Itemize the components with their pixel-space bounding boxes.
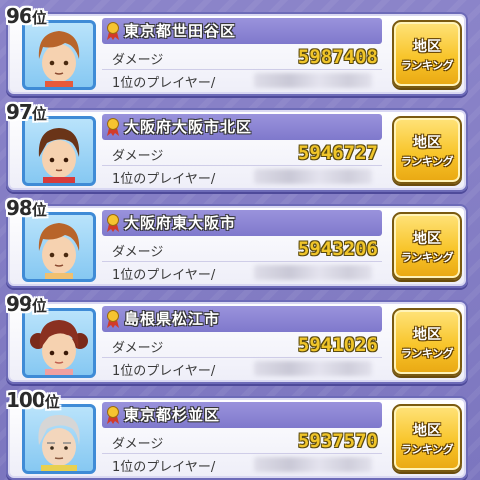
- area-name: 東京都杉並区: [124, 406, 221, 424]
- area-title-bar: 大阪府大阪市北区: [102, 114, 382, 140]
- damage-label: ダメージ: [112, 149, 164, 164]
- area-ranking-button[interactable]: 地区 ランキング: [392, 404, 462, 472]
- ranking-card: 大阪府大阪市北区 ダメージ 5946727 1位のプレイヤー/ 地区 ランキング…: [6, 100, 468, 192]
- rank-number: 97: [6, 100, 33, 124]
- area-title-bar: 大阪府東大阪市: [102, 210, 382, 236]
- rank-number: 100: [6, 388, 46, 412]
- medal-icon: [107, 406, 119, 424]
- top-player-row: 1位のプレイヤー/: [102, 165, 382, 188]
- player-avatar: [22, 308, 96, 378]
- damage-label: ダメージ: [112, 53, 164, 68]
- ranking-list: 東京都世田谷区 ダメージ 5987408 1位のプレイヤー/ 地区 ランキング …: [0, 0, 480, 480]
- damage-label: ダメージ: [112, 245, 164, 260]
- area-name: 東京都世田谷区: [124, 22, 237, 40]
- top-player-row: 1位のプレイヤー/: [102, 357, 382, 380]
- damage-value: 5987408: [297, 46, 378, 68]
- damage-label: ダメージ: [112, 437, 164, 452]
- damage-row: ダメージ 5941026: [102, 334, 382, 358]
- player-avatar: [22, 20, 96, 90]
- area-ranking-button-label-1: 地区: [413, 231, 441, 247]
- damage-value: 5946727: [297, 142, 378, 164]
- area-name: 大阪府大阪市北区: [124, 118, 253, 136]
- blurred-player-name: [254, 265, 372, 280]
- blurred-player-name: [254, 73, 372, 88]
- ranking-card: 島根県松江市 ダメージ 5941026 1位のプレイヤー/ 地区 ランキング 9…: [6, 292, 468, 384]
- blurred-player-name: [254, 361, 372, 376]
- rank-suffix: 位: [31, 9, 47, 27]
- top-player-row: 1位のプレイヤー/: [102, 261, 382, 284]
- medal-icon: [107, 118, 119, 136]
- rank-badge: 96位: [6, 4, 47, 28]
- area-ranking-button-label-2: ランキング: [400, 251, 454, 264]
- blurred-player-name: [254, 457, 372, 472]
- rank-badge: 100位: [6, 388, 60, 412]
- top-player-label: 1位のプレイヤー/: [112, 460, 216, 475]
- player-avatar: [22, 116, 96, 186]
- damage-value: 5943206: [297, 238, 378, 260]
- medal-icon: [107, 310, 119, 328]
- area-ranking-button-label-2: ランキング: [400, 155, 454, 168]
- medal-icon: [107, 22, 119, 40]
- rank-suffix: 位: [31, 297, 47, 315]
- top-player-row: 1位のプレイヤー/: [102, 453, 382, 476]
- damage-value: 5941026: [297, 334, 378, 356]
- player-avatar: [22, 404, 96, 474]
- rank-suffix: 位: [31, 105, 47, 123]
- area-ranking-button-label-2: ランキング: [400, 59, 454, 72]
- damage-value: 5937570: [297, 430, 378, 452]
- rank-badge: 99位: [6, 292, 47, 316]
- damage-row: ダメージ 5943206: [102, 238, 382, 262]
- area-name: 島根県松江市: [124, 310, 221, 328]
- ranking-card: 東京都杉並区 ダメージ 5937570 1位のプレイヤー/ 地区 ランキング 1…: [6, 388, 468, 480]
- area-ranking-button[interactable]: 地区 ランキング: [392, 308, 462, 376]
- top-player-label: 1位のプレイヤー/: [112, 76, 216, 91]
- rank-suffix: 位: [44, 393, 60, 411]
- rank-number: 96: [6, 4, 33, 28]
- damage-label: ダメージ: [112, 341, 164, 356]
- area-ranking-button-label-2: ランキング: [400, 443, 454, 456]
- top-player-label: 1位のプレイヤー/: [112, 172, 216, 187]
- area-ranking-button[interactable]: 地区 ランキング: [392, 116, 462, 184]
- area-ranking-button[interactable]: 地区 ランキング: [392, 212, 462, 280]
- area-ranking-button-label-2: ランキング: [400, 347, 454, 360]
- area-title-bar: 東京都杉並区: [102, 402, 382, 428]
- rank-number: 99: [6, 292, 33, 316]
- damage-row: ダメージ 5946727: [102, 142, 382, 166]
- area-ranking-button-label-1: 地区: [413, 39, 441, 55]
- area-ranking-button-label-1: 地区: [413, 327, 441, 343]
- player-avatar: [22, 212, 96, 282]
- medal-icon: [107, 214, 119, 232]
- rank-badge: 98位: [6, 196, 47, 220]
- area-title-bar: 東京都世田谷区: [102, 18, 382, 44]
- damage-row: ダメージ 5937570: [102, 430, 382, 454]
- damage-row: ダメージ 5987408: [102, 46, 382, 70]
- top-player-row: 1位のプレイヤー/: [102, 69, 382, 92]
- area-name: 大阪府東大阪市: [124, 214, 237, 232]
- rank-suffix: 位: [31, 201, 47, 219]
- ranking-card: 大阪府東大阪市 ダメージ 5943206 1位のプレイヤー/ 地区 ランキング …: [6, 196, 468, 288]
- area-ranking-button-label-1: 地区: [413, 423, 441, 439]
- blurred-player-name: [254, 169, 372, 184]
- top-player-label: 1位のプレイヤー/: [112, 364, 216, 379]
- rank-number: 98: [6, 196, 33, 220]
- area-ranking-button[interactable]: 地区 ランキング: [392, 20, 462, 88]
- area-title-bar: 島根県松江市: [102, 306, 382, 332]
- area-ranking-button-label-1: 地区: [413, 135, 441, 151]
- ranking-card: 東京都世田谷区 ダメージ 5987408 1位のプレイヤー/ 地区 ランキング …: [6, 4, 468, 96]
- rank-badge: 97位: [6, 100, 47, 124]
- top-player-label: 1位のプレイヤー/: [112, 268, 216, 283]
